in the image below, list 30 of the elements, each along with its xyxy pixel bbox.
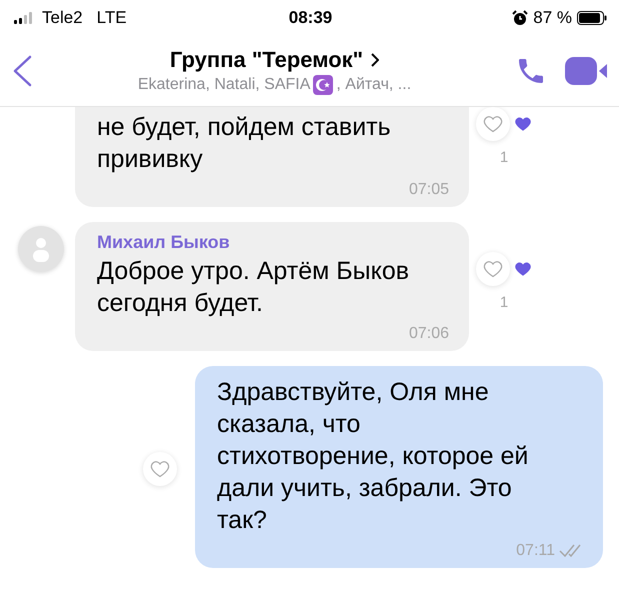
network-type: LTE	[96, 8, 127, 28]
chevron-icon	[371, 53, 380, 67]
avatar[interactable]	[18, 226, 64, 272]
heart-icon	[483, 114, 503, 134]
video-call-icon[interactable]	[565, 55, 609, 87]
reaction-count: 1	[500, 149, 508, 166]
carrier-name: Tele2	[42, 8, 83, 28]
message-text: не будет, пойдем ставить прививку	[97, 112, 392, 175]
like-button[interactable]	[476, 107, 510, 141]
members-text: Ekaterina, Natali, SAFIA	[138, 76, 310, 94]
reaction-count: 1	[500, 294, 508, 311]
message-text: Здравствуйте, Оля мне сказала, что стихотворение, которое ей дали учить, забрали. Это так?	[217, 377, 530, 536]
battery-icon	[577, 11, 608, 25]
like-button[interactable]	[476, 252, 510, 286]
heart-icon	[150, 459, 170, 479]
sender-name: Михаил Быков	[97, 232, 231, 253]
chat-title[interactable]: Группа "Теремок"	[170, 47, 364, 73]
clock: 08:39	[288, 8, 332, 28]
message-time: 07:05	[408, 181, 449, 199]
heart-icon	[514, 115, 532, 133]
message-time: 07:11	[516, 542, 555, 560]
heart-icon	[514, 260, 532, 278]
battery-percent: 87 %	[533, 8, 572, 28]
signal-icon	[14, 12, 34, 24]
alarm-icon	[512, 10, 528, 26]
heart-icon	[483, 259, 503, 279]
message-time: 07:06	[408, 325, 449, 343]
members-text: , Айтач, ...	[336, 76, 412, 94]
message-text: Доброе утро. Артём Быков сегодня будет.	[97, 256, 410, 319]
like-button[interactable]	[143, 452, 177, 486]
